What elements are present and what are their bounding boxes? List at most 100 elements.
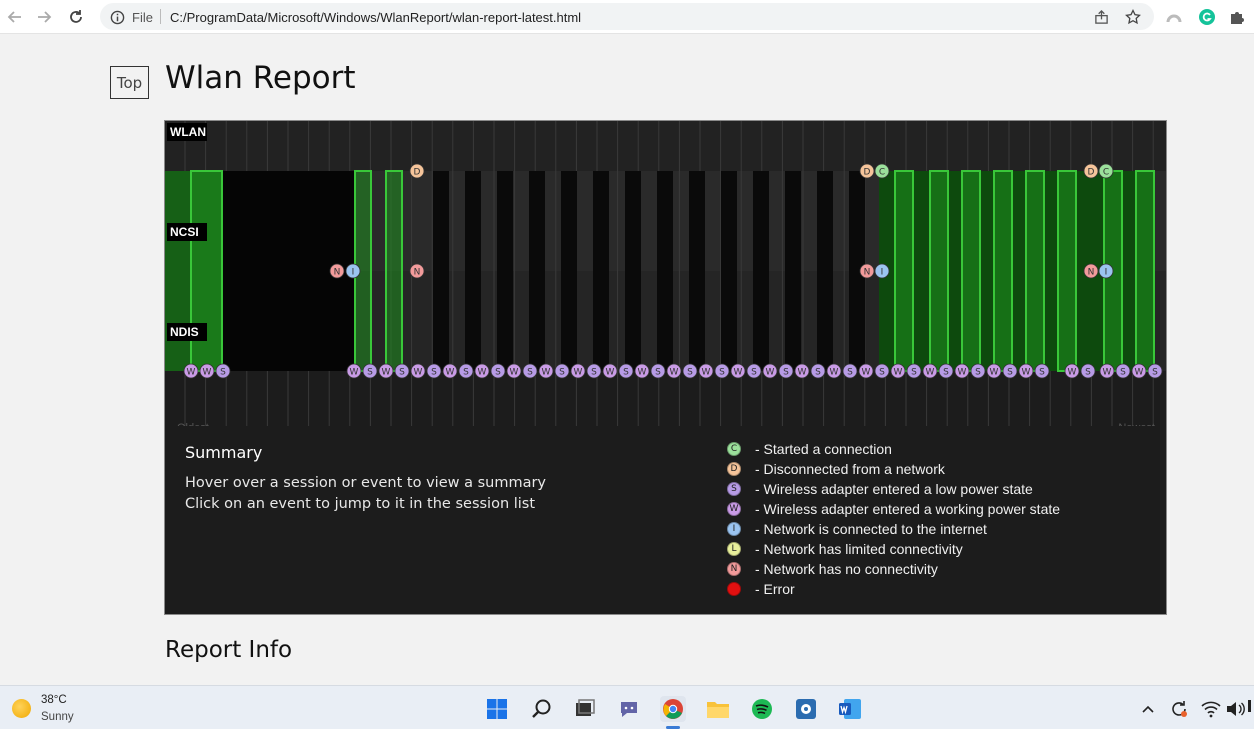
app-settings-icon[interactable] <box>793 696 819 722</box>
event-marker-letter: S <box>399 368 405 378</box>
top-link[interactable]: Top <box>110 66 149 99</box>
legend-item: D - Disconnected from a network <box>727 460 945 478</box>
legend-item: S - Wireless adapter entered a low power … <box>727 480 1033 498</box>
windows-taskbar: 38°C Sunny <box>0 685 1254 729</box>
legend-label: - Network has no connectivity <box>755 561 938 577</box>
search-icon[interactable] <box>529 696 555 722</box>
event-marker-letter: N <box>1088 268 1095 278</box>
event-marker-letter: W <box>414 368 423 378</box>
event-marker-letter: W <box>203 368 212 378</box>
weather-description[interactable]: Sunny <box>41 711 74 723</box>
event-marker-letter: S <box>220 368 226 378</box>
legend-item: N - Network has no connectivity <box>727 560 938 578</box>
spotify-icon[interactable] <box>749 696 775 722</box>
legend-item: W - Wireless adapter entered a working po… <box>727 500 1060 518</box>
reload-icon <box>70 10 82 23</box>
event-marker-letter: S <box>1039 368 1045 378</box>
event-marker-letter: S <box>751 368 757 378</box>
address-bar[interactable]: File C:/ProgramData/Microsoft/Windows/Wl… <box>100 3 1154 30</box>
legend-label: - Wireless adapter entered a working pow… <box>755 501 1061 517</box>
event-marker-letter: W <box>1022 368 1031 378</box>
event-marker-letter: S <box>431 368 437 378</box>
session-timeline-chart[interactable]: WLANNCSINDISOldestNewestDDCDCNINNINIWWSW… <box>165 121 1166 426</box>
event-marker-letter: W <box>990 368 999 378</box>
chrome-icon[interactable] <box>660 696 686 722</box>
browser-toolbar: File C:/ProgramData/Microsoft/Windows/Wl… <box>0 0 1254 34</box>
extensions-puzzle-icon[interactable] <box>1226 6 1248 28</box>
chevron-up-icon[interactable] <box>1135 696 1161 722</box>
legend-item: I - Network is connected to the internet <box>727 520 987 538</box>
event-marker-letter: S <box>847 368 853 378</box>
event-marker-letter: W <box>766 368 775 378</box>
word-icon[interactable] <box>837 696 863 722</box>
legend-event-icon: C <box>727 442 741 456</box>
summary-title: Summary <box>185 443 263 462</box>
back-button[interactable] <box>4 6 26 28</box>
timeline-gap-stripe <box>561 171 577 371</box>
legend-event-icon <box>727 582 741 596</box>
event-marker-letter: S <box>815 368 821 378</box>
legend-item: L - Network has limited connectivity <box>727 540 963 558</box>
event-marker-letter: W <box>187 368 196 378</box>
sun-weather-icon[interactable] <box>12 699 31 718</box>
event-marker-letter: W <box>862 368 871 378</box>
event-marker-letter: W <box>894 368 903 378</box>
page-title: Wlan Report <box>165 60 356 96</box>
event-marker-letter: S <box>1007 368 1013 378</box>
event-marker-letter: S <box>783 368 789 378</box>
timeline-gap-stripe <box>657 171 673 371</box>
sync-icon[interactable] <box>1166 696 1192 722</box>
event-marker-letter: W <box>1068 368 1077 378</box>
event-marker-letter: W <box>350 368 359 378</box>
event-marker-letter: S <box>623 368 629 378</box>
forward-button[interactable] <box>33 6 55 28</box>
timeline-gap-stripe <box>497 171 513 371</box>
start-windows-icon[interactable] <box>484 696 510 722</box>
event-marker-letter: N <box>414 268 421 278</box>
share-icon[interactable] <box>1092 8 1110 26</box>
volume-icon[interactable] <box>1222 696 1248 722</box>
back-arrow-icon <box>7 11 21 23</box>
event-marker-letter: S <box>527 368 533 378</box>
reload-button[interactable] <box>65 6 87 28</box>
teams-chat-icon[interactable] <box>616 696 642 722</box>
event-marker-letter: C <box>1103 168 1109 178</box>
event-marker-letter: S <box>879 368 885 378</box>
event-marker-letter: S <box>591 368 597 378</box>
task-view-icon[interactable] <box>572 696 598 722</box>
timeline-gap-stripe <box>753 171 769 371</box>
legend-label: - Wireless adapter entered a low power s… <box>755 481 1033 497</box>
event-marker-letter: W <box>798 368 807 378</box>
row-label: NDIS <box>170 325 199 339</box>
report-info-heading: Report Info <box>165 637 293 663</box>
timeline-gap-stripe <box>433 171 449 371</box>
legend-label: - Disconnected from a network <box>755 461 945 477</box>
wifi-icon[interactable] <box>1198 696 1224 722</box>
axis-oldest-label: Oldest <box>177 422 209 426</box>
timeline-gap-stripe <box>465 171 481 371</box>
bookmark-star-icon[interactable] <box>1124 8 1142 26</box>
row-label: NCSI <box>170 225 199 239</box>
event-marker-letter: I <box>881 268 884 278</box>
timeline-gap-stripe <box>721 171 737 371</box>
battery-icon[interactable] <box>1248 700 1251 712</box>
legend-item: C - Started a connection <box>727 440 892 458</box>
event-marker-letter: D <box>1088 168 1095 178</box>
connection-session <box>961 170 981 372</box>
connection-session <box>894 170 914 372</box>
legend-event-icon: L <box>727 542 741 556</box>
connection-session <box>385 170 403 372</box>
legend-label: - Network has limited connectivity <box>755 541 963 557</box>
event-marker-letter: W <box>1103 368 1112 378</box>
file-explorer-icon[interactable] <box>705 696 731 722</box>
event-marker-letter: S <box>495 368 501 378</box>
event-marker-letter: W <box>446 368 455 378</box>
event-marker-letter: S <box>367 368 373 378</box>
legend-label: - Error <box>755 581 795 597</box>
weather-temperature[interactable]: 38°C <box>41 694 67 706</box>
timeline-gap-stripe <box>817 171 833 371</box>
profile-extension-icon[interactable] <box>1163 6 1185 28</box>
grammarly-icon[interactable] <box>1196 6 1218 28</box>
url-text[interactable]: C:/ProgramData/Microsoft/Windows/WlanRep… <box>170 10 581 25</box>
info-icon[interactable] <box>108 8 126 26</box>
